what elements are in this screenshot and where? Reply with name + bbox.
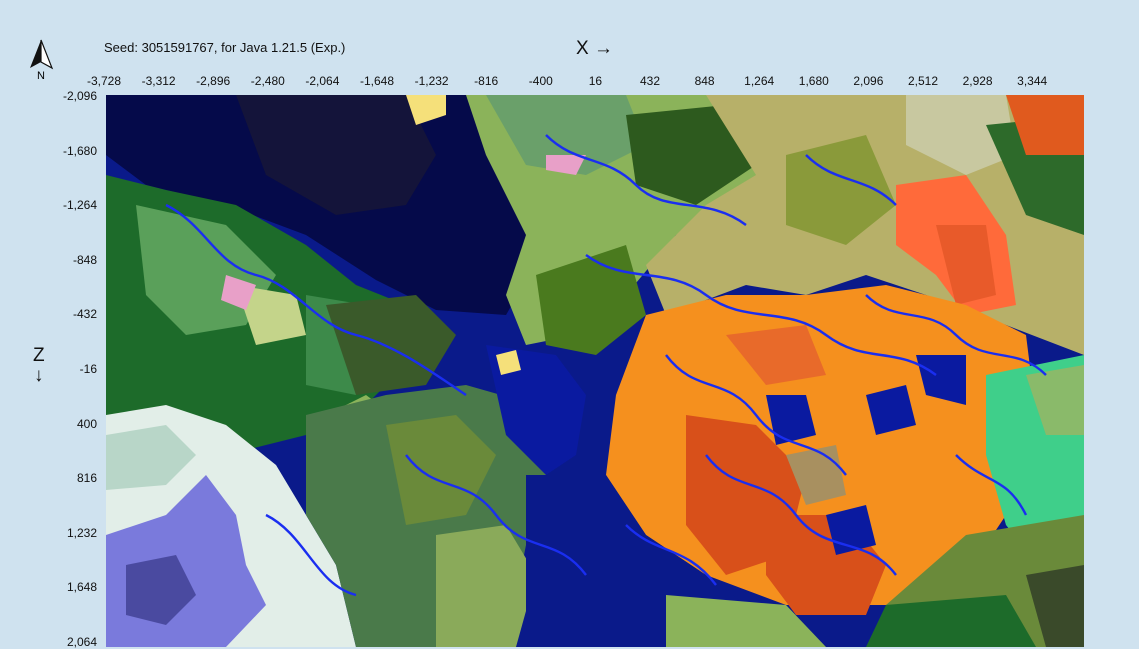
x-tick-label: 2,512 — [907, 74, 939, 88]
x-tick-label: 3,344 — [1017, 74, 1048, 88]
x-tick-label: -400 — [528, 74, 553, 88]
x-tick-label: -3,728 — [86, 74, 122, 88]
x-tick-label: 848 — [694, 74, 715, 88]
x-tick-label: 16 — [588, 74, 603, 88]
north-arrow-icon: N — [30, 39, 54, 82]
x-tick-label: -816 — [474, 74, 499, 88]
biome-map[interactable] — [106, 95, 1084, 647]
z-axis-label: Z ↓ — [33, 346, 45, 386]
x-tick-label: -1,232 — [414, 74, 449, 88]
x-tick-label: -1,648 — [359, 74, 395, 88]
x-tick-label: 432 — [639, 74, 661, 88]
z-tick-label: -432 — [72, 307, 97, 322]
z-tick-label: -1,264 — [62, 198, 97, 213]
x-tick-label: 2,096 — [853, 74, 884, 88]
z-tick-label: 816 — [76, 471, 97, 486]
x-tick-label: -3,312 — [141, 74, 176, 88]
z-tick-label: -2,096 — [62, 89, 97, 103]
x-tick-label: 2,928 — [962, 74, 993, 88]
z-tick-label: -848 — [72, 252, 97, 267]
seed-info: Seed: 3051591767, for Java 1.21.5 (Exp.) — [104, 40, 346, 55]
z-tick-label: 1,232 — [66, 525, 97, 540]
z-axis-arrow: ↓ — [34, 365, 44, 386]
z-axis-letter: Z — [33, 345, 45, 366]
z-tick-label: -1,680 — [62, 143, 97, 158]
z-tick-label: 400 — [76, 416, 97, 431]
x-axis-label: X → — [576, 38, 613, 59]
biome-map-canvas[interactable] — [106, 95, 1084, 647]
z-tick-label: 1,648 — [66, 580, 97, 595]
z-tick-label: -16 — [79, 362, 97, 376]
x-tick-label: -2,896 — [196, 74, 231, 88]
svg-text:N: N — [37, 70, 45, 82]
x-tick-label: 1,264 — [744, 74, 775, 88]
x-tick-label: 1,680 — [798, 74, 829, 88]
x-tick-label: -2,064 — [305, 74, 340, 88]
x-tick-label: -2,480 — [250, 74, 285, 88]
